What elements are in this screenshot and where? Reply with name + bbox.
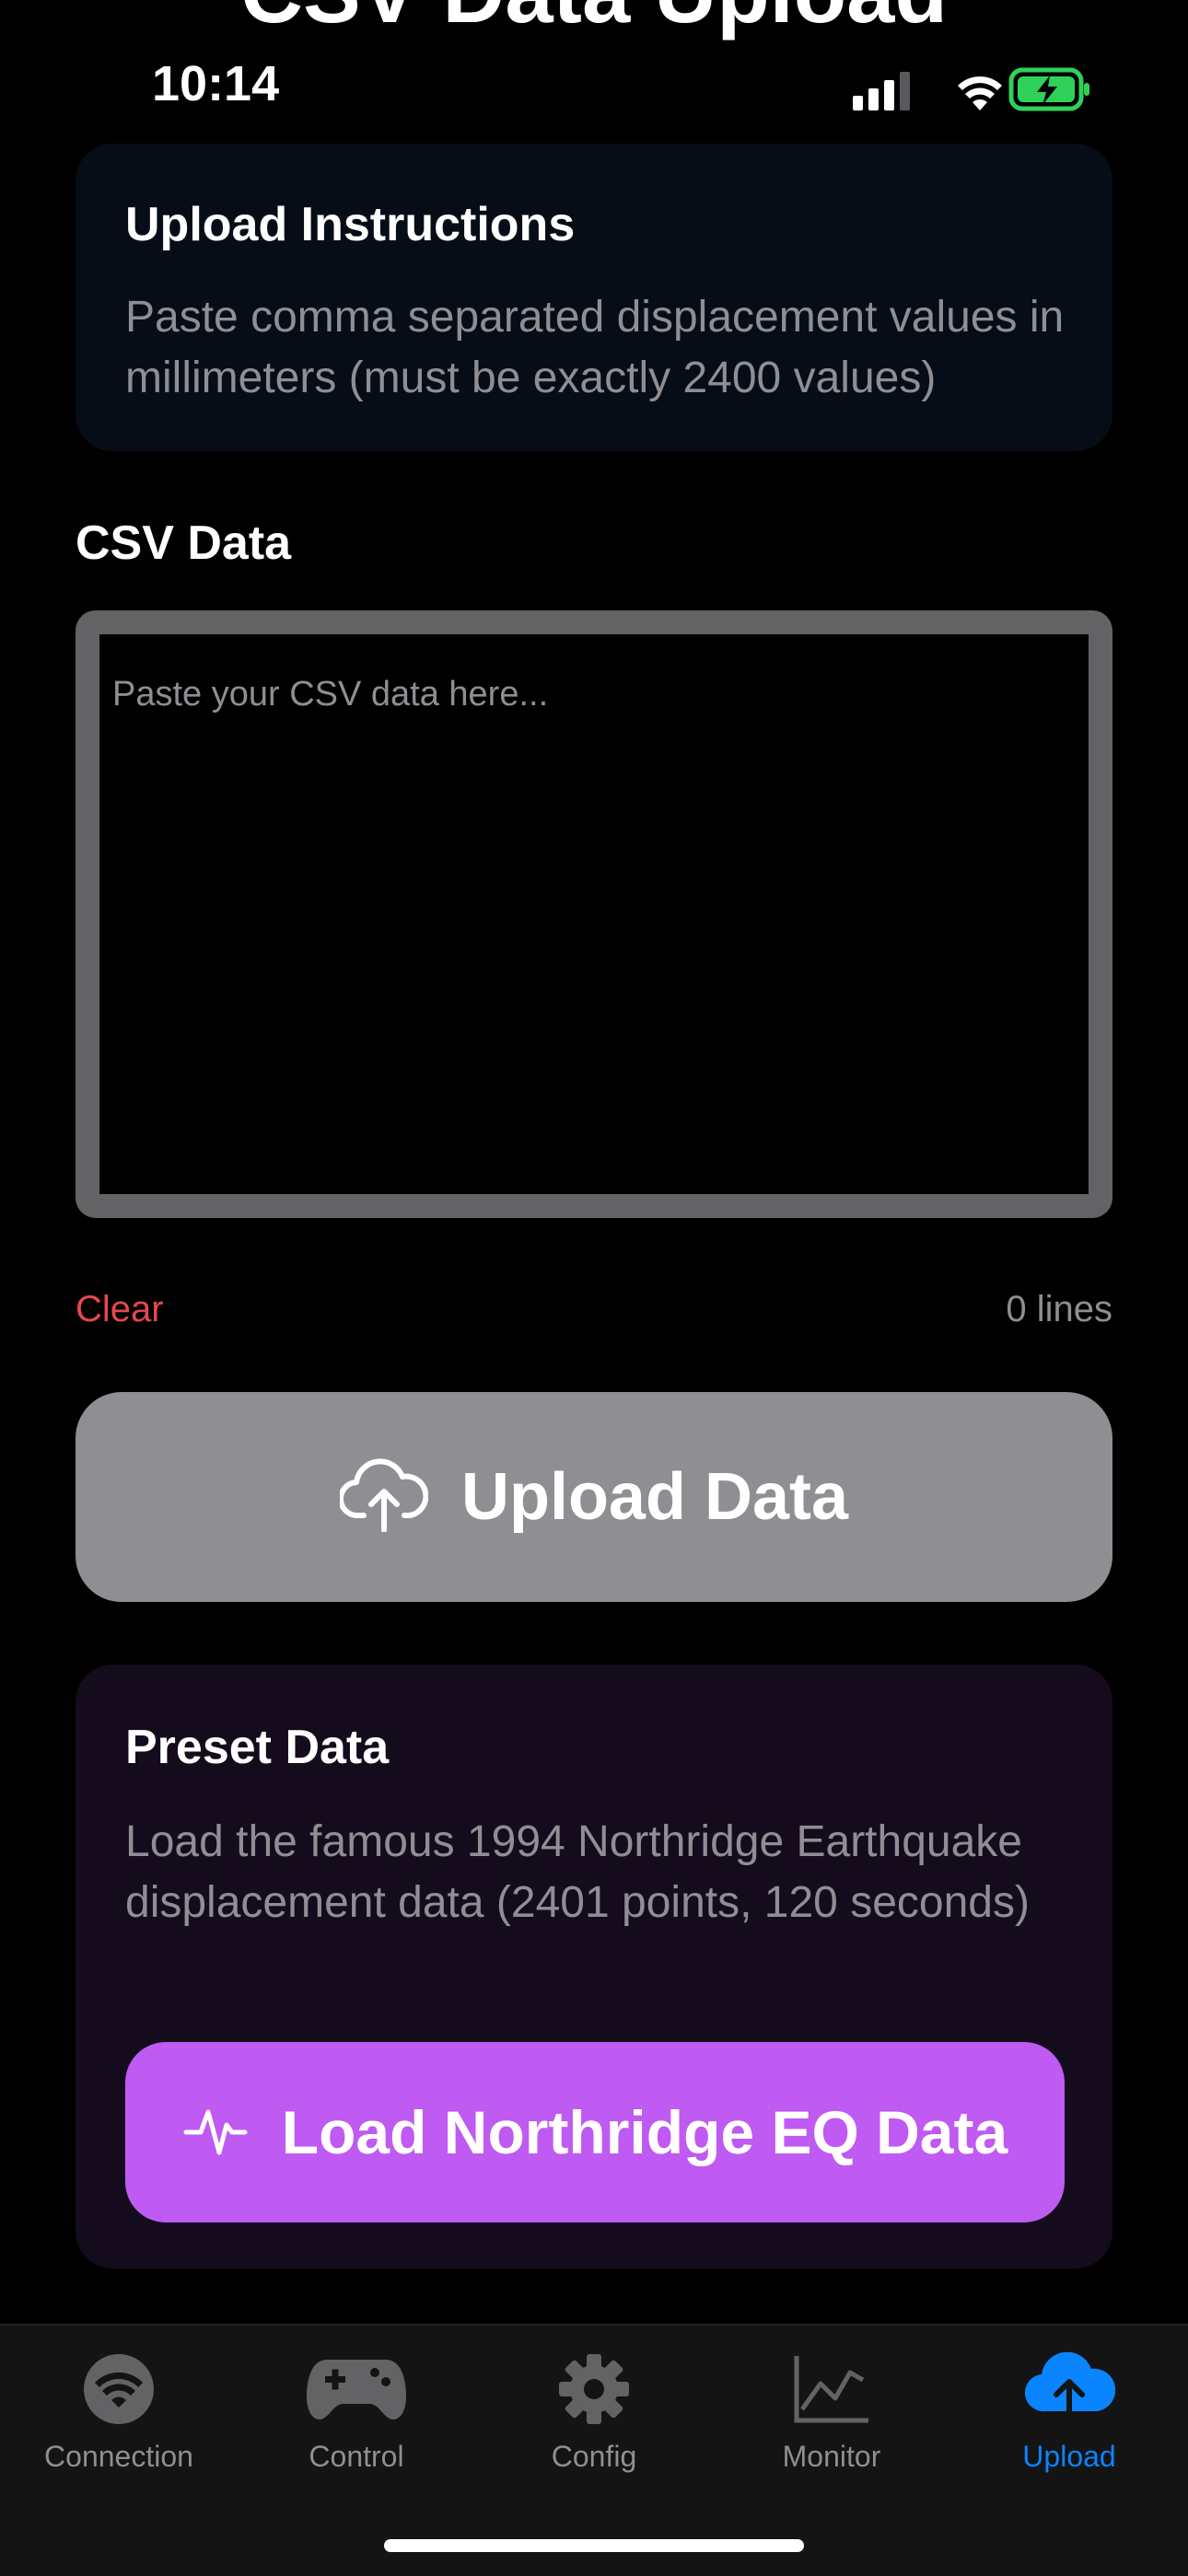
preset-text: Load the famous 1994 Northridge Earthqua… [125, 1817, 1030, 1927]
chart-icon [776, 2348, 887, 2431]
tab-control[interactable]: Control [238, 2326, 475, 2510]
upload-data-button[interactable]: Upload Data [76, 1392, 1112, 1602]
tab-label: Connection [44, 2440, 193, 2473]
csv-section-label: CSV Data [76, 516, 292, 570]
upload-data-label: Upload Data [460, 1460, 849, 1534]
page-title: CSV Data Upload [0, 0, 1188, 40]
instructions-title: Upload Instructions [125, 198, 576, 251]
home-indicator [384, 2539, 804, 2552]
gear-icon [539, 2348, 649, 2431]
signal-wifi-battery-icons [853, 67, 1089, 111]
gamepad-icon [301, 2348, 412, 2431]
load-northridge-label: Load Northridge EQ Data [281, 2098, 1008, 2166]
cloud-upload-icon [1014, 2348, 1124, 2431]
load-northridge-button[interactable]: Load Northridge EQ Data [125, 2042, 1065, 2222]
instructions-text: Paste comma separated displacement value… [125, 293, 1065, 402]
tab-label: Config [551, 2440, 637, 2473]
tab-label: Upload [1022, 2440, 1116, 2473]
clear-button[interactable]: Clear [76, 1289, 164, 1330]
preset-card: Preset Data Load the famous 1994 Northri… [76, 1665, 1112, 2269]
status-icons [849, 64, 1090, 116]
tab-label: Monitor [782, 2440, 881, 2473]
instructions-card: Upload Instructions Paste comma separate… [76, 144, 1112, 451]
status-time: 10:14 [152, 56, 280, 111]
wifi-icon [64, 2348, 174, 2431]
tab-monitor[interactable]: Monitor [713, 2326, 950, 2510]
csv-input-container [76, 610, 1112, 1218]
tab-connection[interactable]: Connection [0, 2326, 238, 2510]
line-count: 0 lines [1006, 1289, 1112, 1329]
waveform-icon [182, 2097, 249, 2168]
tab-config[interactable]: Config [475, 2326, 713, 2510]
tab-label: Control [309, 2440, 404, 2473]
preset-title: Preset Data [125, 1721, 390, 1774]
tab-upload[interactable]: Upload [950, 2326, 1188, 2510]
tab-bar: Connection Control Config Monitor Upload [0, 2324, 1188, 2576]
cloud-upload-icon [337, 1457, 429, 1537]
csv-input[interactable] [99, 634, 1089, 1194]
